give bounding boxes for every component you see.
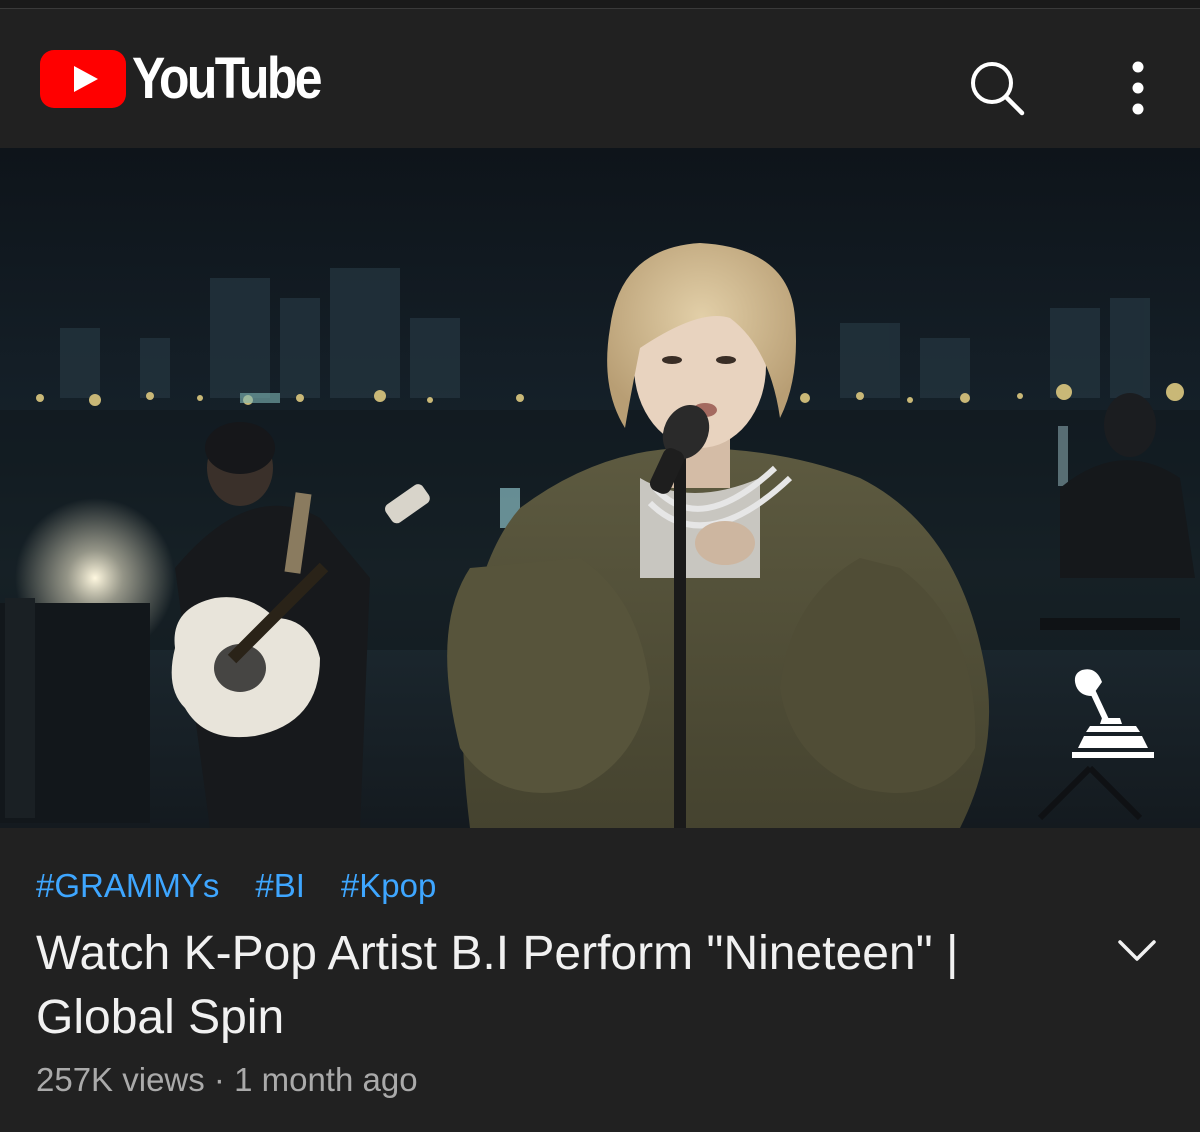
hashtag-list: #GRAMMYs #BI #Kpop [36,864,436,908]
youtube-play-icon [40,50,126,108]
video-player[interactable] [0,148,1200,828]
search-button[interactable] [962,53,1032,123]
more-options-button[interactable] [1116,57,1160,119]
more-vertical-icon [1132,61,1144,115]
youtube-wordmark: YouTube [132,46,322,111]
hashtag-link[interactable]: #BI [255,864,305,908]
grammy-gramophone-icon [1072,669,1154,758]
video-meta: 257K views · 1 month ago [36,1061,418,1098]
app-header: YouTube [0,9,1200,148]
expand-description-button[interactable] [1112,926,1162,976]
hashtag-link[interactable]: #Kpop [341,864,436,908]
chevron-down-icon [1118,940,1156,961]
hashtag-link[interactable]: #GRAMMYs [36,864,219,908]
video-thumbnail [0,148,1200,828]
search-icon [971,62,1025,116]
status-strip [0,0,1200,9]
video-title[interactable]: Watch K-Pop Artist B.I Perform "Nineteen… [36,922,1076,1050]
youtube-logo[interactable]: YouTube [40,50,350,108]
